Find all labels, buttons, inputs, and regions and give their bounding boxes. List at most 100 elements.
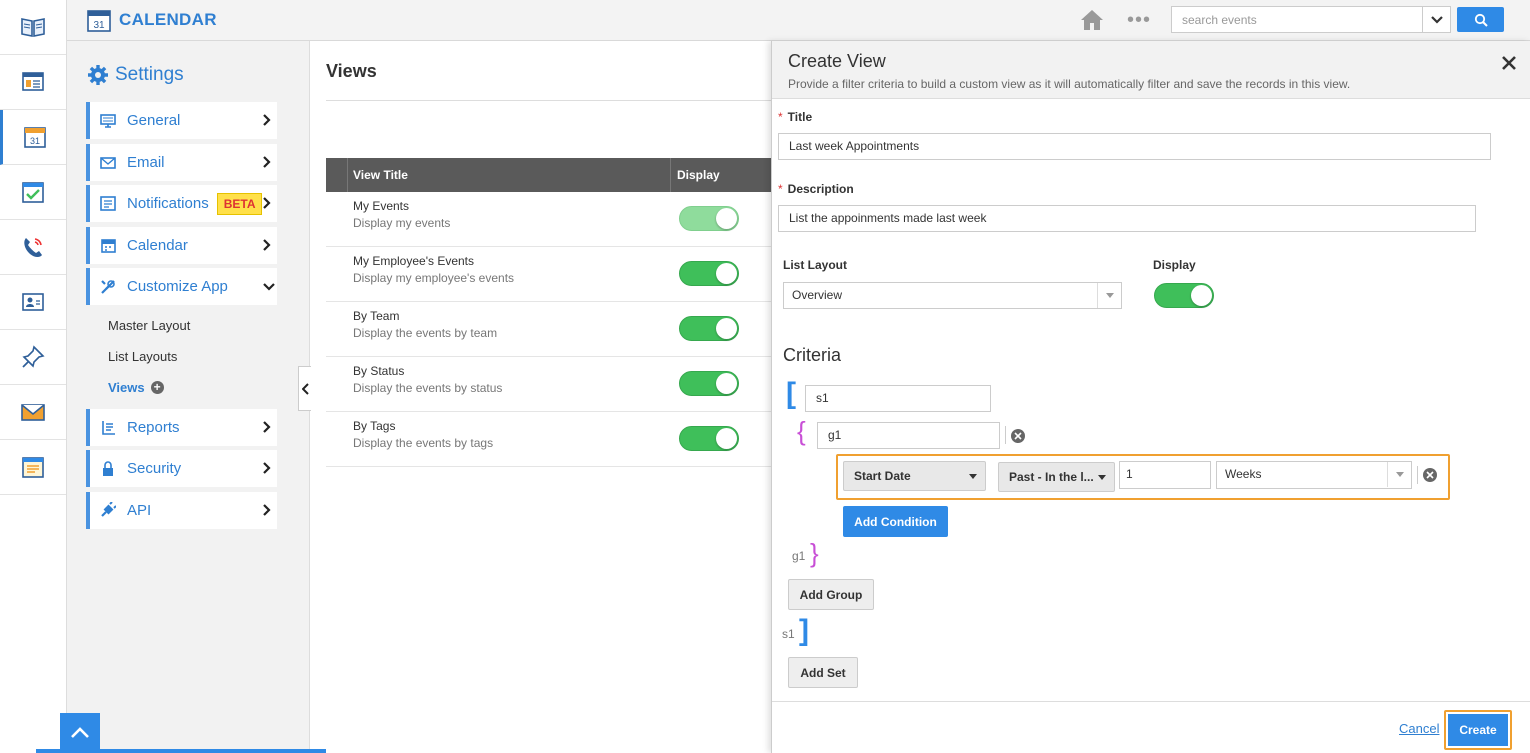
add-group-button[interactable]: Add Group: [788, 579, 874, 610]
create-button[interactable]: Create: [1448, 714, 1508, 746]
panel-header: Create View Provide a filter criteria to…: [772, 41, 1530, 99]
table-row[interactable]: My Employee's Events Display my employee…: [326, 247, 772, 302]
toggle-knob: [716, 208, 737, 229]
app-title[interactable]: 31 CALENDAR: [87, 8, 217, 32]
view-title: By Status: [353, 364, 405, 378]
divider: [326, 100, 772, 101]
checklist-icon: [22, 182, 44, 203]
bottom-strip: [36, 749, 326, 753]
condition-unit-select[interactable]: Weeks: [1216, 461, 1412, 489]
views-table: View Title Display My Events Display my …: [326, 158, 772, 467]
sidebar-item-customize-app[interactable]: Customize App: [86, 268, 277, 305]
display-label: Display: [1153, 258, 1196, 272]
rail-item-notes[interactable]: [0, 440, 66, 495]
condition-operator-value: Past - In the l...: [1009, 470, 1094, 484]
search-input[interactable]: [1172, 7, 1422, 32]
scroll-to-top-button[interactable]: [60, 713, 100, 753]
chevron-up-icon: [71, 727, 89, 738]
home-icon[interactable]: [1080, 8, 1104, 32]
condition-row: Start Date Past - In the l... 1 Weeks: [836, 454, 1450, 500]
sidebar-item-notifications[interactable]: Notifications BETA: [86, 185, 277, 222]
title-input[interactable]: Last week Appointments: [778, 133, 1491, 160]
group-name-input[interactable]: g1: [817, 422, 1000, 449]
sidebar-item-security[interactable]: Security: [86, 450, 277, 487]
sidebar-subitem-label: Views: [108, 379, 145, 395]
remove-condition-icon[interactable]: [1423, 468, 1437, 482]
rail-item-contacts[interactable]: [0, 275, 66, 330]
condition-operator-select[interactable]: Past - In the l...: [998, 462, 1115, 492]
contact-card-icon: [22, 293, 44, 311]
condition-field-select[interactable]: Start Date: [843, 461, 986, 491]
display-toggle[interactable]: [679, 426, 739, 451]
add-condition-button[interactable]: Add Condition: [843, 506, 948, 537]
sidebar-item-reports[interactable]: Reports: [86, 408, 277, 446]
sidebar-item-label: General: [127, 112, 181, 129]
sidebar-subitem-list-layouts[interactable]: List Layouts: [108, 341, 277, 372]
sidebar-subitem-master-layout[interactable]: Master Layout: [108, 310, 277, 341]
add-set-button[interactable]: Add Set: [788, 657, 858, 688]
table-row[interactable]: My Events Display my events: [326, 192, 772, 247]
table-row[interactable]: By Team Display the events by team: [326, 302, 772, 357]
notification-icon: [99, 195, 117, 213]
chevron-left-icon: [301, 382, 309, 395]
cancel-link[interactable]: Cancel: [1399, 721, 1439, 736]
view-description: Display the events by tags: [353, 436, 494, 450]
svg-text:31: 31: [29, 136, 39, 146]
app-title-text: CALENDAR: [119, 10, 217, 29]
close-icon[interactable]: [1500, 54, 1518, 72]
sidebar-item-label: Customize App: [127, 278, 228, 295]
more-options-icon[interactable]: •••: [1127, 10, 1151, 30]
caret-down-icon: [1098, 475, 1106, 480]
collapse-sidebar-button[interactable]: [298, 366, 311, 411]
view-title: By Tags: [353, 419, 396, 433]
display-toggle[interactable]: [679, 371, 739, 396]
column-header-view-title[interactable]: View Title: [348, 158, 671, 192]
rail-item-mail[interactable]: [0, 385, 66, 440]
lock-icon: [99, 460, 117, 478]
sidebar-item-label: Reports: [127, 418, 180, 436]
calendar-icon: 31: [23, 127, 46, 148]
condition-value-input[interactable]: 1: [1119, 461, 1211, 489]
column-header-display[interactable]: Display: [671, 158, 772, 192]
search-button[interactable]: [1457, 7, 1504, 32]
customize-app-submenu: Master Layout List Layouts Views +: [86, 310, 277, 403]
view-title: By Team: [353, 309, 400, 323]
set-close-label: s1: [782, 627, 795, 641]
toggle-knob: [716, 373, 737, 394]
page-title: Views: [326, 61, 377, 81]
description-input[interactable]: List the appoinments made last week: [778, 205, 1476, 232]
sidebar-item-general[interactable]: General: [86, 102, 277, 139]
view-description: Display my events: [353, 216, 451, 230]
chevron-right-icon: [263, 238, 271, 251]
search-dropdown[interactable]: [1422, 7, 1450, 32]
table-row[interactable]: By Tags Display the events by tags: [326, 412, 772, 467]
table-row[interactable]: By Status Display the events by status: [326, 357, 772, 412]
rail-item-calendar[interactable]: 31: [0, 110, 66, 165]
calendar-logo-icon: 31: [87, 10, 111, 32]
display-toggle[interactable]: [679, 206, 739, 231]
display-toggle[interactable]: [679, 261, 739, 286]
book-icon: [21, 18, 45, 37]
calendar-small-icon: [99, 236, 117, 254]
chevron-down-icon: [1430, 15, 1443, 24]
table-header: View Title Display: [326, 158, 772, 192]
group-close-bracket: }: [810, 538, 819, 568]
sidebar-subitem-views[interactable]: Views +: [108, 372, 277, 403]
sidebar-item-api[interactable]: API: [86, 491, 277, 529]
list-layout-select[interactable]: Overview: [783, 282, 1122, 309]
dropdown-arrow-icon: [1097, 283, 1121, 308]
display-toggle[interactable]: [679, 316, 739, 341]
add-view-icon[interactable]: +: [150, 380, 164, 394]
display-toggle[interactable]: [1154, 283, 1214, 308]
remove-group-icon[interactable]: [1011, 429, 1025, 443]
set-close-bracket: ]: [799, 614, 809, 647]
rail-item-tasks[interactable]: [0, 165, 66, 220]
sidebar-item-calendar[interactable]: Calendar: [86, 226, 277, 264]
rail-item-dashboard[interactable]: [0, 55, 66, 110]
rail-item-pins[interactable]: [0, 330, 66, 385]
rail-item-book[interactable]: [0, 0, 66, 55]
settings-menu: General Email Notifications BETA Calenda…: [86, 102, 277, 533]
rail-item-calls[interactable]: [0, 220, 66, 275]
set-name-input[interactable]: s1: [805, 385, 991, 412]
sidebar-item-email[interactable]: Email: [86, 143, 277, 181]
